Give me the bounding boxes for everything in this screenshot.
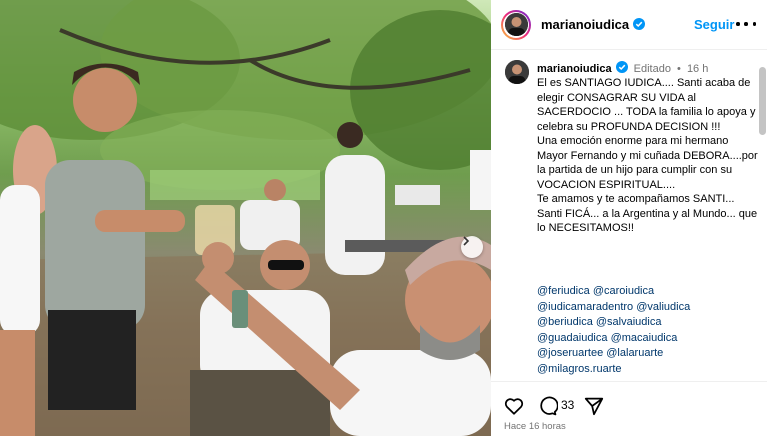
more-options-icon[interactable] <box>736 14 756 34</box>
caption-header: marianoiudica Editado • 16 h <box>537 61 708 75</box>
group-photo-illustration <box>0 0 491 436</box>
follow-button[interactable]: Seguir <box>694 17 734 32</box>
profile-picture-small <box>505 60 529 84</box>
post-timestamp[interactable]: Hace 16 horas <box>504 421 566 432</box>
verified-badge-icon <box>615 61 628 73</box>
header-username-text[interactable]: marianoiudica <box>541 17 629 32</box>
caption-scrollbar[interactable] <box>759 67 766 135</box>
share-icon[interactable] <box>583 395 605 417</box>
tag-link[interactable]: @valiudica <box>636 301 690 313</box>
edited-label: Editado <box>633 63 671 75</box>
tag-link[interactable]: @iudicamaradentro <box>537 301 633 313</box>
carousel-next-button[interactable] <box>461 236 483 258</box>
tagged-users: @feriudica @caroiudica @iudicamaradentro… <box>537 284 759 377</box>
tag-line: @joseruartee @lalaruarte <box>537 346 759 362</box>
caption-avatar[interactable] <box>505 60 529 84</box>
post-side-panel: marianoiudica Seguir marianoiudica Edita… <box>491 0 767 436</box>
tag-link[interactable]: @beriudica <box>537 316 593 328</box>
tag-line: @beriudica @salvaiudica <box>537 315 759 331</box>
caption-text: El es SANTIAGO IUDICA.... Santi acaba de… <box>537 76 759 236</box>
tag-link[interactable]: @macaiudica <box>611 332 678 344</box>
tag-link[interactable]: @lalaruarte <box>606 347 663 359</box>
tag-line: @feriudica @caroiudica <box>537 284 759 300</box>
comment-count[interactable]: 33 <box>561 398 574 412</box>
tag-line: @milagros.ruarte <box>537 362 759 378</box>
tag-line: @iudicamaradentro @valiudica <box>537 300 759 316</box>
meta-separator: • <box>677 63 681 75</box>
tag-link[interactable]: @guadaiudica <box>537 332 608 344</box>
tag-link[interactable]: @milagros.ruarte <box>537 363 622 375</box>
caption-paragraph: Una emoción enorme para mi hermano Mayor… <box>537 135 758 191</box>
chevron-right-icon <box>463 236 470 246</box>
verified-badge-icon <box>633 18 646 30</box>
comment-icon[interactable] <box>536 395 558 417</box>
caption-username[interactable]: marianoiudica <box>537 63 612 75</box>
post-age[interactable]: 16 h <box>687 63 708 75</box>
post-photo[interactable] <box>0 0 491 436</box>
caption-paragraph: El es SANTIAGO IUDICA.... Santi acaba de… <box>537 77 756 133</box>
tag-link[interactable]: @feriudica <box>537 285 590 297</box>
profile-picture <box>504 13 528 36</box>
post-header: marianoiudica Seguir <box>491 0 767 50</box>
tag-link[interactable]: @joseruartee <box>537 347 603 359</box>
header-username[interactable]: marianoiudica <box>541 17 646 32</box>
tag-link[interactable]: @salvaiudica <box>596 316 662 328</box>
tag-line: @guadaiudica @macaiudica <box>537 331 759 347</box>
caption-paragraph: Te amamos y te acompañamos SANTI... Sant… <box>537 193 758 234</box>
heart-icon[interactable] <box>503 395 525 417</box>
action-bar: 33 Hace 16 horas <box>491 381 767 436</box>
avatar-icon[interactable] <box>501 9 531 40</box>
caption-section: marianoiudica Editado • 16 h El es SANTI… <box>491 51 767 381</box>
tag-link[interactable]: @caroiudica <box>593 285 654 297</box>
